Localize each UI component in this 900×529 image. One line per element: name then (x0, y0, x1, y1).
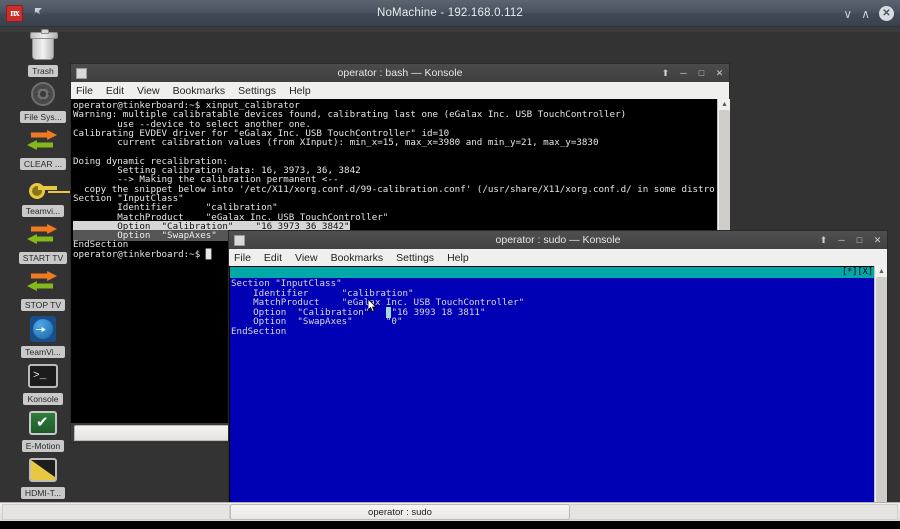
desktop-icon-label: TeamVi... (21, 346, 65, 358)
window-title: operator : sudo — Konsole (229, 234, 887, 246)
remote-desktop: Trash File Sys... CLEAR ... Teamvi... ST… (0, 27, 900, 529)
filesystem-disc-icon (26, 79, 60, 109)
checkmark-monitor-icon (26, 408, 60, 438)
desktop-icon-konsole[interactable]: >_ Konsole (12, 361, 74, 405)
menu-item-bookmarks[interactable]: Bookmarks (173, 85, 226, 97)
desktop-icon-clear[interactable]: CLEAR ... (12, 126, 74, 170)
konsole-window-sudo[interactable]: operator : sudo — Konsole ⬆ ─ □ ✕ File E… (228, 230, 888, 529)
desktop-icon-label: Teamvi... (22, 205, 64, 217)
desktop-icon-label: START TV (19, 252, 67, 264)
desktop-icon-e-motion[interactable]: E-Motion (12, 408, 74, 452)
menu-item-view[interactable]: View (295, 252, 318, 264)
screen-bottom-edge (0, 521, 900, 529)
desktop-icon-hdmi-test[interactable]: HDMI-T... (12, 455, 74, 499)
chevron-down-icon[interactable]: ∨ (843, 8, 852, 20)
menu-item-help[interactable]: Help (447, 252, 469, 264)
konsole-terminal-icon: >_ (26, 361, 60, 391)
terminal-line: current calibration values (from XInput)… (73, 138, 729, 147)
menu-item-settings[interactable]: Settings (238, 85, 276, 97)
desktop-icon-label: Konsole (23, 393, 62, 405)
shade-icon[interactable]: ⬆ (819, 236, 828, 245)
menu-item-edit[interactable]: Edit (106, 85, 124, 97)
menu-item-file[interactable]: File (76, 85, 93, 97)
window-titlebar[interactable]: operator : bash — Konsole ⬆ ─ □ ✕ (70, 63, 730, 82)
menubar[interactable]: File Edit View Bookmarks Settings Help (228, 249, 888, 266)
desktop-icon-start-tv[interactable]: START TV (12, 220, 74, 264)
window-title: operator : bash — Konsole (71, 67, 729, 79)
maximize-icon[interactable]: □ (697, 69, 706, 78)
scroll-up-arrow-icon[interactable]: ▲ (877, 267, 886, 276)
sudo-terminal-scrollbar[interactable]: ▲ ▼ (874, 266, 887, 528)
menu-item-view[interactable]: View (137, 85, 160, 97)
chevron-up-icon[interactable]: ∧ (861, 8, 870, 20)
desktop-icon-file-system[interactable]: File Sys... (12, 79, 74, 123)
desktop-icon-label: File Sys... (20, 111, 66, 123)
menu-item-edit[interactable]: Edit (264, 252, 282, 264)
nomachine-titlebar: nx NoMachine - 192.168.0.112 ∨ ∧ ✕ (0, 0, 900, 27)
teamviewer-icon (26, 314, 60, 344)
close-icon[interactable]: ✕ (715, 69, 724, 78)
scrollbar-thumb[interactable] (876, 277, 887, 515)
minimize-icon[interactable]: ─ (679, 69, 688, 78)
desktop-icon-teamviewer-key[interactable]: Teamvi... (12, 173, 74, 217)
nomachine-window-title: NoMachine - 192.168.0.112 (0, 7, 900, 19)
menu-item-file[interactable]: File (234, 252, 251, 264)
swap-arrows-icon (26, 267, 60, 297)
desktop-top-edge (0, 27, 900, 32)
screen: nx NoMachine - 192.168.0.112 ∨ ∧ ✕ Trash… (0, 0, 900, 529)
mcedit-text-area[interactable]: Section "InputClass" Identifier "calibra… (230, 278, 874, 516)
desktop-icon-teamviewer[interactable]: TeamVi... (12, 314, 74, 358)
menu-item-help[interactable]: Help (289, 85, 311, 97)
desktop-icon-label: Trash (28, 65, 58, 77)
scroll-up-arrow-icon[interactable]: ▲ (720, 100, 729, 109)
taskbar-filler (570, 504, 898, 520)
minimize-icon[interactable]: ─ (837, 236, 846, 245)
swap-arrows-icon (26, 220, 60, 250)
mcedit-line: Option "SwapAxes" "0" (231, 317, 874, 327)
swap-arrows-icon (26, 126, 60, 156)
desktop-icon-label: HDMI-T... (21, 487, 65, 499)
desktop-icon-trash[interactable]: Trash (12, 33, 74, 77)
desktop-icon-label: E-Motion (22, 440, 64, 452)
taskbar-item-sudo[interactable]: operator : sudo (230, 504, 570, 520)
desktop-icon-label: STOP TV (21, 299, 65, 311)
close-icon[interactable]: ✕ (879, 6, 894, 21)
key-icon (26, 173, 60, 203)
shade-icon[interactable]: ⬆ (661, 69, 670, 78)
taskbar[interactable]: operator : sudo (0, 502, 900, 521)
mcedit-status-flags: [*][X] (842, 267, 873, 278)
window-controls: ⬆ ─ □ ✕ (819, 236, 882, 245)
desktop-icon-stop-tv[interactable]: STOP TV (12, 267, 74, 311)
menubar[interactable]: File Edit View Bookmarks Settings Help (70, 82, 730, 99)
window-titlebar[interactable]: operator : sudo — Konsole ⬆ ─ □ ✕ (228, 230, 888, 249)
menu-item-settings[interactable]: Settings (396, 252, 434, 264)
window-controls: ⬆ ─ □ ✕ (661, 69, 724, 78)
nomachine-window-controls: ∨ ∧ ✕ (843, 0, 894, 27)
taskbar-left-spacer (2, 504, 230, 520)
hdmi-monitor-icon (26, 455, 60, 485)
trash-icon (26, 33, 60, 63)
mcedit-line: EndSection (231, 327, 874, 337)
maximize-icon[interactable]: □ (855, 236, 864, 245)
menu-item-bookmarks[interactable]: Bookmarks (331, 252, 384, 264)
mcedit-status-bar: /etc/X11/xorg.conf.d/99-calibration.conf… (230, 267, 874, 278)
desktop-icon-label: CLEAR ... (20, 158, 66, 170)
close-icon[interactable]: ✕ (873, 236, 882, 245)
